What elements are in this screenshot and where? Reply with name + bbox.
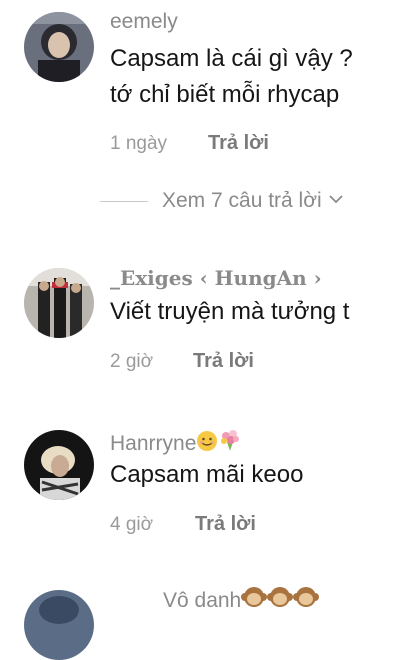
avatar[interactable]	[24, 12, 94, 82]
comment-username[interactable]: eemely	[110, 10, 178, 34]
monkey-face-icon	[241, 585, 268, 615]
chevron-down-icon	[328, 192, 344, 210]
username-text: Hanrryne	[110, 432, 197, 455]
monkey-face-icon	[267, 585, 294, 615]
view-replies-label: Xem 7 câu trả lời	[162, 189, 322, 212]
comment-text-line: Capsam là cái gì vậy ?	[110, 45, 353, 72]
avatar-image	[24, 590, 94, 660]
comment-text-line: Viết truyện mà tưởng t	[110, 298, 350, 325]
comment-time: 1 ngày	[110, 133, 168, 154]
comment-username[interactable]: Vô danh	[163, 585, 320, 615]
smiling-face-icon	[196, 430, 218, 458]
comment-text-line: tớ chỉ biết mỗi rhycap	[110, 81, 340, 108]
reply-button[interactable]: Trả lời	[208, 132, 269, 155]
reply-button[interactable]: Trả lời	[195, 513, 256, 536]
avatar-image	[24, 12, 94, 82]
monkey-face-icon	[293, 585, 320, 615]
reply-button[interactable]: Trả lời	[193, 350, 254, 373]
bouquet-icon	[218, 428, 242, 458]
avatar[interactable]	[24, 590, 94, 660]
comment-username[interactable]: Hanrryne	[110, 428, 242, 458]
comment-text-line: Capsam mãi keoo	[110, 461, 304, 488]
comment-time: 2 giờ	[110, 351, 154, 372]
comment-time: 4 giờ	[110, 514, 154, 535]
avatar[interactable]	[24, 268, 94, 338]
username-text: Vô danh	[163, 589, 242, 612]
view-replies-button[interactable]: Xem 7 câu trả lời	[100, 186, 344, 216]
comment-username[interactable]: _Exiges ‹ HungAn ›	[110, 266, 322, 290]
avatar[interactable]	[24, 430, 94, 500]
divider-line	[100, 200, 148, 202]
avatar-image	[24, 430, 94, 500]
avatar-image	[24, 268, 94, 338]
